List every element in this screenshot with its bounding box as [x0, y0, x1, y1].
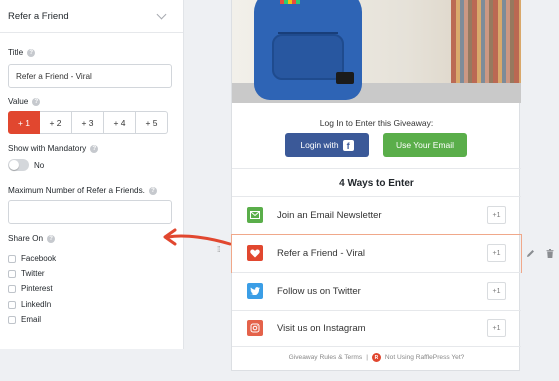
panel-header[interactable]: Refer a Friend	[0, 0, 183, 33]
pencils-decor	[280, 0, 300, 4]
title-label-text: Title	[8, 48, 24, 57]
value-option-3[interactable]: + 3	[72, 111, 104, 134]
strap-decor	[336, 72, 354, 84]
use-email-button[interactable]: Use Your Email	[383, 133, 467, 157]
edit-pencil-icon[interactable]	[526, 245, 535, 263]
share-option-facebook[interactable]: Facebook	[8, 254, 56, 263]
share-option-label: Twitter	[21, 269, 45, 278]
heart-icon	[247, 245, 263, 261]
share-option-label: Email	[21, 315, 42, 324]
max-refer-input[interactable]	[8, 200, 172, 224]
chevron-down-icon[interactable]	[156, 9, 167, 19]
share-option-label: Pinterest	[21, 284, 53, 293]
email-icon	[247, 207, 263, 223]
backpack-image	[254, 0, 362, 100]
value-option-5[interactable]: + 5	[136, 111, 168, 134]
settings-panel: Refer a Friend Title ? Refer a Friend - …	[0, 0, 184, 349]
rules-link[interactable]: Giveaway Rules & Terms	[289, 354, 363, 361]
giveaway-footer: Giveaway Rules & Terms | R Not Using Raf…	[232, 353, 521, 362]
facebook-icon: f	[342, 139, 354, 151]
entry-row-tools	[520, 245, 559, 263]
checkbox[interactable]	[8, 300, 16, 309]
panel-title: Refer a Friend	[8, 10, 69, 22]
help-icon[interactable]: ?	[148, 186, 157, 195]
ways-title: 4 Ways to Enter	[339, 178, 414, 189]
rafflepress-logo-icon: R	[371, 353, 381, 362]
entry-instagram[interactable]: Visit us on Instagram +1	[232, 310, 521, 347]
canvas-background	[184, 349, 231, 381]
login-prompt: Log In to Enter this Giveaway:	[319, 118, 434, 128]
share-on-label: Share On ?	[8, 234, 56, 243]
entry-twitter[interactable]: Follow us on Twitter +1	[232, 273, 521, 310]
checkbox[interactable]	[8, 254, 16, 263]
help-icon[interactable]: ?	[47, 234, 56, 243]
value-selector: + 1 + 2 + 3 + 4 + 5	[8, 111, 168, 134]
checkbox[interactable]	[8, 269, 16, 278]
twitter-icon	[247, 283, 263, 299]
entry-points-badge: +1	[487, 244, 506, 262]
mandatory-state: No	[34, 161, 45, 170]
entry-label: Refer a Friend - Viral	[277, 248, 365, 259]
value-option-2[interactable]: + 2	[40, 111, 72, 134]
entry-label: Visit us on Instagram	[277, 323, 366, 334]
value-option-1[interactable]: + 1	[8, 111, 40, 134]
max-refer-label: Maximum Number of Refer a Friends. ?	[8, 186, 157, 195]
toggle-knob	[9, 160, 19, 170]
login-facebook-label: Login with	[300, 140, 339, 150]
share-option-label: Facebook	[21, 254, 57, 263]
entry-refer-friend[interactable]: Refer a Friend - Viral +1	[231, 234, 522, 273]
mandatory-toggle[interactable]	[8, 159, 29, 171]
instagram-icon	[247, 320, 263, 336]
checkbox[interactable]	[8, 315, 16, 324]
divider	[232, 168, 521, 169]
giveaway-image	[232, 0, 521, 103]
login-facebook-button[interactable]: Login with f	[285, 133, 369, 157]
share-option-linkedin[interactable]: LinkedIn	[8, 300, 51, 309]
trash-icon[interactable]	[546, 245, 554, 263]
entry-email-newsletter[interactable]: Join an Email Newsletter +1	[232, 197, 521, 234]
help-icon[interactable]: ?	[27, 48, 36, 57]
help-icon[interactable]: ?	[32, 97, 41, 106]
value-field-label: Value ?	[8, 97, 41, 106]
divider	[232, 346, 521, 347]
pocket-decor	[272, 34, 344, 80]
share-option-pinterest[interactable]: Pinterest	[8, 284, 53, 293]
value-label-text: Value	[8, 97, 29, 106]
mandatory-label: Show with Mandatory ?	[8, 144, 99, 153]
title-input[interactable]: Refer a Friend - Viral	[8, 64, 172, 88]
share-option-twitter[interactable]: Twitter	[8, 269, 45, 278]
share-option-email[interactable]: Email	[8, 315, 41, 324]
rafflepress-promo-link[interactable]: Not Using RafflePress Yet?	[385, 354, 464, 361]
entry-points-badge: +1	[487, 282, 506, 300]
title-field-label: Title ?	[8, 48, 36, 57]
help-icon[interactable]: ?	[90, 144, 99, 153]
mandatory-label-text: Show with Mandatory	[8, 144, 87, 153]
entry-label: Join an Email Newsletter	[277, 210, 382, 221]
max-refer-label-text: Maximum Number of Refer a Friends.	[8, 186, 145, 195]
entry-label: Follow us on Twitter	[277, 286, 361, 297]
checkbox[interactable]	[8, 284, 16, 293]
drag-handle-icon[interactable]: ⁞⁞	[217, 246, 221, 254]
share-on-label-text: Share On	[8, 234, 44, 243]
share-option-label: LinkedIn	[21, 300, 52, 309]
entry-points-badge: +1	[487, 319, 506, 337]
footer-separator: |	[366, 354, 368, 361]
entry-points-badge: +1	[487, 206, 506, 224]
value-option-4[interactable]: + 4	[104, 111, 136, 134]
giveaway-preview: Log In to Enter this Giveaway: Login wit…	[231, 0, 522, 371]
annotation-arrow-icon	[163, 228, 232, 246]
